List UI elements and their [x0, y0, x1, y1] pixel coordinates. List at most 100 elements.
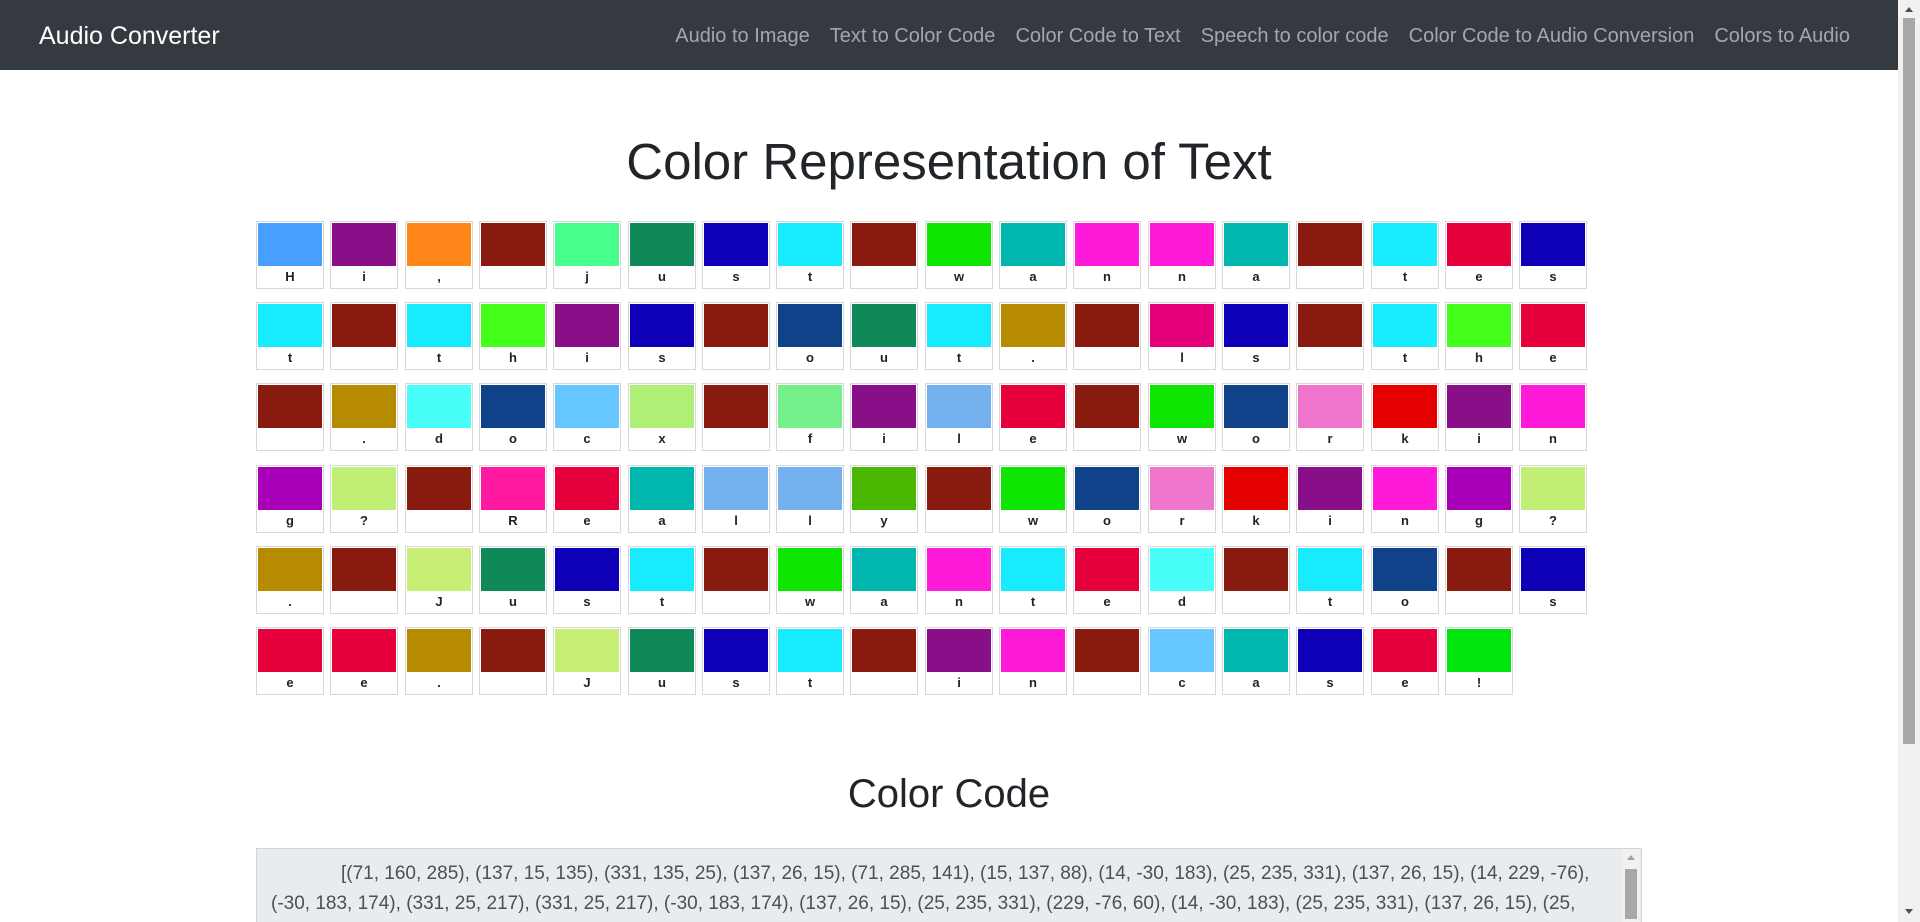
color-swatch: [778, 548, 842, 591]
color-cell: [330, 546, 398, 614]
nav-link-color-code-to-audio[interactable]: Color Code to Audio Conversion: [1409, 23, 1695, 49]
color-cell-char: w: [804, 594, 816, 609]
color-cell: w: [999, 465, 1067, 533]
color-swatch: [852, 467, 916, 510]
color-swatch: [1001, 629, 1065, 672]
textarea-scrollbar[interactable]: [1622, 849, 1640, 922]
color-cell-char: a: [1029, 269, 1037, 284]
color-swatch: [1075, 467, 1139, 510]
textarea-scroll-thumb[interactable]: [1625, 869, 1637, 919]
color-cell: s: [702, 221, 770, 289]
color-cell-char: R: [508, 513, 518, 528]
color-swatch: [555, 304, 619, 347]
color-swatch: [704, 548, 768, 591]
color-swatch: [1447, 629, 1511, 672]
color-cell-char: u: [658, 269, 666, 284]
color-swatch: [332, 629, 396, 672]
color-swatch: [1447, 304, 1511, 347]
color-swatch: [927, 467, 991, 510]
color-cell-char: o: [1252, 431, 1260, 446]
color-cell: n: [925, 546, 993, 614]
color-swatch: [630, 385, 694, 428]
color-cell-char: !: [1476, 675, 1482, 690]
color-swatch: [555, 223, 619, 266]
nav-link-speech-to-color-code[interactable]: Speech to color code: [1201, 23, 1389, 49]
scroll-up-arrow-icon[interactable]: [1627, 855, 1635, 860]
color-cell-char: d: [435, 431, 443, 446]
color-cell-char: t: [956, 350, 962, 365]
color-cell-char: c: [1178, 675, 1186, 690]
color-cell-char: ?: [1549, 513, 1557, 528]
color-cell: u: [479, 546, 547, 614]
color-cell: a: [999, 221, 1067, 289]
color-cell-char: e: [1103, 594, 1111, 609]
color-swatch: [481, 385, 545, 428]
color-cell-char: s: [732, 675, 740, 690]
color-cell-char: l: [957, 431, 961, 446]
nav-link-text-to-color-code[interactable]: Text to Color Code: [830, 23, 996, 49]
color-swatch: [1150, 304, 1214, 347]
color-cell-char: i: [957, 675, 961, 690]
color-cell-char: H: [285, 269, 295, 284]
color-cell: J: [405, 546, 473, 614]
color-cell: u: [850, 302, 918, 370]
color-swatch: [1150, 223, 1214, 266]
color-cell: .: [330, 383, 398, 451]
color-swatch: [1447, 467, 1511, 510]
color-cell-char: .: [288, 594, 292, 609]
color-cell: a: [1222, 221, 1290, 289]
color-swatch: [481, 223, 545, 266]
color-swatch: [407, 548, 471, 591]
color-cell: l: [776, 465, 844, 533]
color-cell-char: a: [880, 594, 888, 609]
color-cell-char: n: [1401, 513, 1409, 528]
page-scrollbar[interactable]: [1898, 0, 1920, 922]
brand-link[interactable]: Audio Converter: [39, 21, 220, 51]
color-cell-char: o: [509, 431, 517, 446]
color-swatch: [332, 223, 396, 266]
color-swatch: [332, 548, 396, 591]
color-cell-char: s: [583, 594, 591, 609]
color-cell-char: n: [1029, 675, 1037, 690]
color-cell: [330, 302, 398, 370]
color-swatch: [852, 629, 916, 672]
color-swatch: [258, 548, 322, 591]
page-scroll-down-icon[interactable]: [1905, 909, 1913, 914]
color-code-textarea[interactable]: [(71, 160, 285), (137, 15, 135), (331, 1…: [256, 848, 1642, 922]
color-cell: [405, 465, 473, 533]
color-swatch: [1521, 467, 1585, 510]
color-cell: !: [1445, 627, 1513, 695]
color-swatch: [407, 304, 471, 347]
color-cell: e: [553, 465, 621, 533]
color-swatch: [407, 629, 471, 672]
color-cell-char: l: [808, 513, 812, 528]
color-swatch: [852, 548, 916, 591]
nav-link-audio-to-image[interactable]: Audio to Image: [675, 23, 810, 49]
color-cell-char: i: [1328, 513, 1332, 528]
color-swatch: [407, 385, 471, 428]
color-cell-char: s: [1326, 675, 1334, 690]
color-swatch: [1298, 467, 1362, 510]
nav-link-colors-to-audio[interactable]: Colors to Audio: [1714, 23, 1850, 49]
color-cell-char: e: [1401, 675, 1409, 690]
color-swatch: [1001, 548, 1065, 591]
color-cell-char: r: [1327, 431, 1333, 446]
color-swatch: [927, 223, 991, 266]
color-cell: s: [1296, 627, 1364, 695]
page-scroll-thumb[interactable]: [1903, 18, 1915, 744]
color-swatch: [481, 548, 545, 591]
page-scroll-up-icon[interactable]: [1905, 7, 1913, 12]
color-cell-char: k: [1252, 513, 1260, 528]
color-swatch: [407, 223, 471, 266]
color-swatch: [927, 304, 991, 347]
color-cell: x: [628, 383, 696, 451]
color-swatch: [1150, 467, 1214, 510]
color-cell-char: y: [880, 513, 888, 528]
color-cell-char: i: [1477, 431, 1481, 446]
nav-link-color-code-to-text[interactable]: Color Code to Text: [1015, 23, 1180, 49]
color-swatch: [778, 385, 842, 428]
color-cell-char: s: [1252, 350, 1260, 365]
color-cell: t: [1371, 221, 1439, 289]
color-cell: l: [925, 383, 993, 451]
color-cell-char: r: [1179, 513, 1185, 528]
